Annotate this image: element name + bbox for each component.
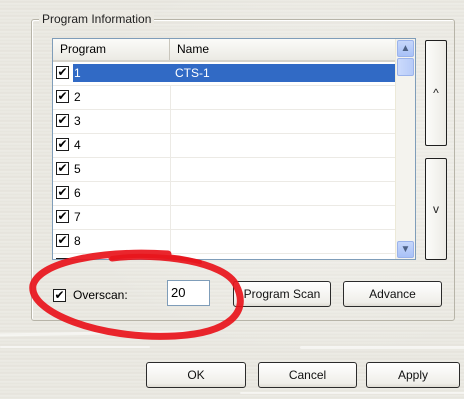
column-separator bbox=[170, 86, 171, 109]
table-row[interactable]: ✔ 1 CTS-1 bbox=[53, 62, 396, 86]
program-list[interactable]: Program Name ✔ 1 CTS-1 ✔ 2 ✔ 3 ✔ 4 ✔ 5 ✔… bbox=[52, 38, 416, 260]
ok-button[interactable]: OK bbox=[146, 362, 246, 388]
scroll-thumb[interactable] bbox=[397, 58, 414, 76]
row-checkbox[interactable]: ✔ bbox=[56, 114, 69, 127]
overscan-checkbox[interactable]: ✔ bbox=[53, 289, 66, 302]
table-row[interactable]: ✔ 6 bbox=[53, 182, 396, 206]
program-number: 1 bbox=[74, 66, 81, 80]
row-checkbox[interactable]: ✔ bbox=[56, 138, 69, 151]
move-down-button[interactable]: v bbox=[425, 158, 447, 260]
program-number: 6 bbox=[74, 186, 81, 200]
table-row[interactable]: ✔ 4 bbox=[53, 134, 396, 158]
column-separator bbox=[170, 110, 171, 133]
list-rows: ✔ 1 CTS-1 ✔ 2 ✔ 3 ✔ 4 ✔ 5 ✔ 6 ✔ 7 ✔ 8 bbox=[53, 62, 396, 259]
program-number: 8 bbox=[74, 234, 81, 248]
column-separator bbox=[170, 182, 171, 205]
row-checkbox[interactable]: ✔ bbox=[56, 186, 69, 199]
row-checkbox[interactable]: ✔ bbox=[56, 162, 69, 175]
table-row[interactable]: ✔ 3 bbox=[53, 110, 396, 134]
scroll-up-arrow-icon[interactable]: ▲ bbox=[397, 40, 414, 57]
column-header-name[interactable]: Name bbox=[170, 39, 396, 60]
vertical-scrollbar[interactable]: ▲ ▼ bbox=[395, 39, 415, 259]
table-row[interactable]: ✔ 8 bbox=[53, 230, 396, 254]
move-up-button[interactable]: ^ bbox=[425, 40, 447, 146]
column-separator bbox=[170, 254, 171, 259]
program-scan-button[interactable]: Program Scan bbox=[233, 281, 331, 307]
table-row[interactable]: ✔ 9 bbox=[53, 254, 396, 259]
program-number: 5 bbox=[74, 162, 81, 176]
row-checkbox[interactable]: ✔ bbox=[56, 66, 69, 79]
column-separator bbox=[170, 206, 171, 229]
table-row[interactable]: ✔ 5 bbox=[53, 158, 396, 182]
program-number: 2 bbox=[74, 90, 81, 104]
column-separator bbox=[170, 134, 171, 157]
row-checkbox[interactable]: ✔ bbox=[56, 210, 69, 223]
column-separator bbox=[170, 158, 171, 181]
scroll-down-arrow-icon[interactable]: ▼ bbox=[397, 241, 414, 258]
column-header-program[interactable]: Program bbox=[53, 39, 170, 60]
apply-button[interactable]: Apply bbox=[366, 362, 460, 388]
cancel-button[interactable]: Cancel bbox=[258, 362, 357, 388]
program-number: 4 bbox=[74, 138, 81, 152]
program-name: CTS-1 bbox=[175, 66, 210, 80]
selection-highlight bbox=[73, 64, 170, 82]
advance-button[interactable]: Advance bbox=[343, 281, 442, 307]
program-number: 7 bbox=[74, 210, 81, 224]
row-checkbox[interactable]: ✔ bbox=[56, 234, 69, 247]
row-checkbox[interactable]: ✔ bbox=[56, 258, 69, 259]
column-separator bbox=[170, 230, 171, 253]
overscan-input[interactable]: 20 bbox=[167, 280, 210, 306]
program-number: 9 bbox=[74, 257, 81, 259]
overscan-label: Overscan: bbox=[73, 288, 128, 302]
list-header: Program Name bbox=[53, 39, 396, 62]
program-number: 3 bbox=[74, 114, 81, 128]
table-row[interactable]: ✔ 2 bbox=[53, 86, 396, 110]
table-row[interactable]: ✔ 7 bbox=[53, 206, 396, 230]
row-checkbox[interactable]: ✔ bbox=[56, 90, 69, 103]
group-title: Program Information bbox=[39, 12, 155, 26]
